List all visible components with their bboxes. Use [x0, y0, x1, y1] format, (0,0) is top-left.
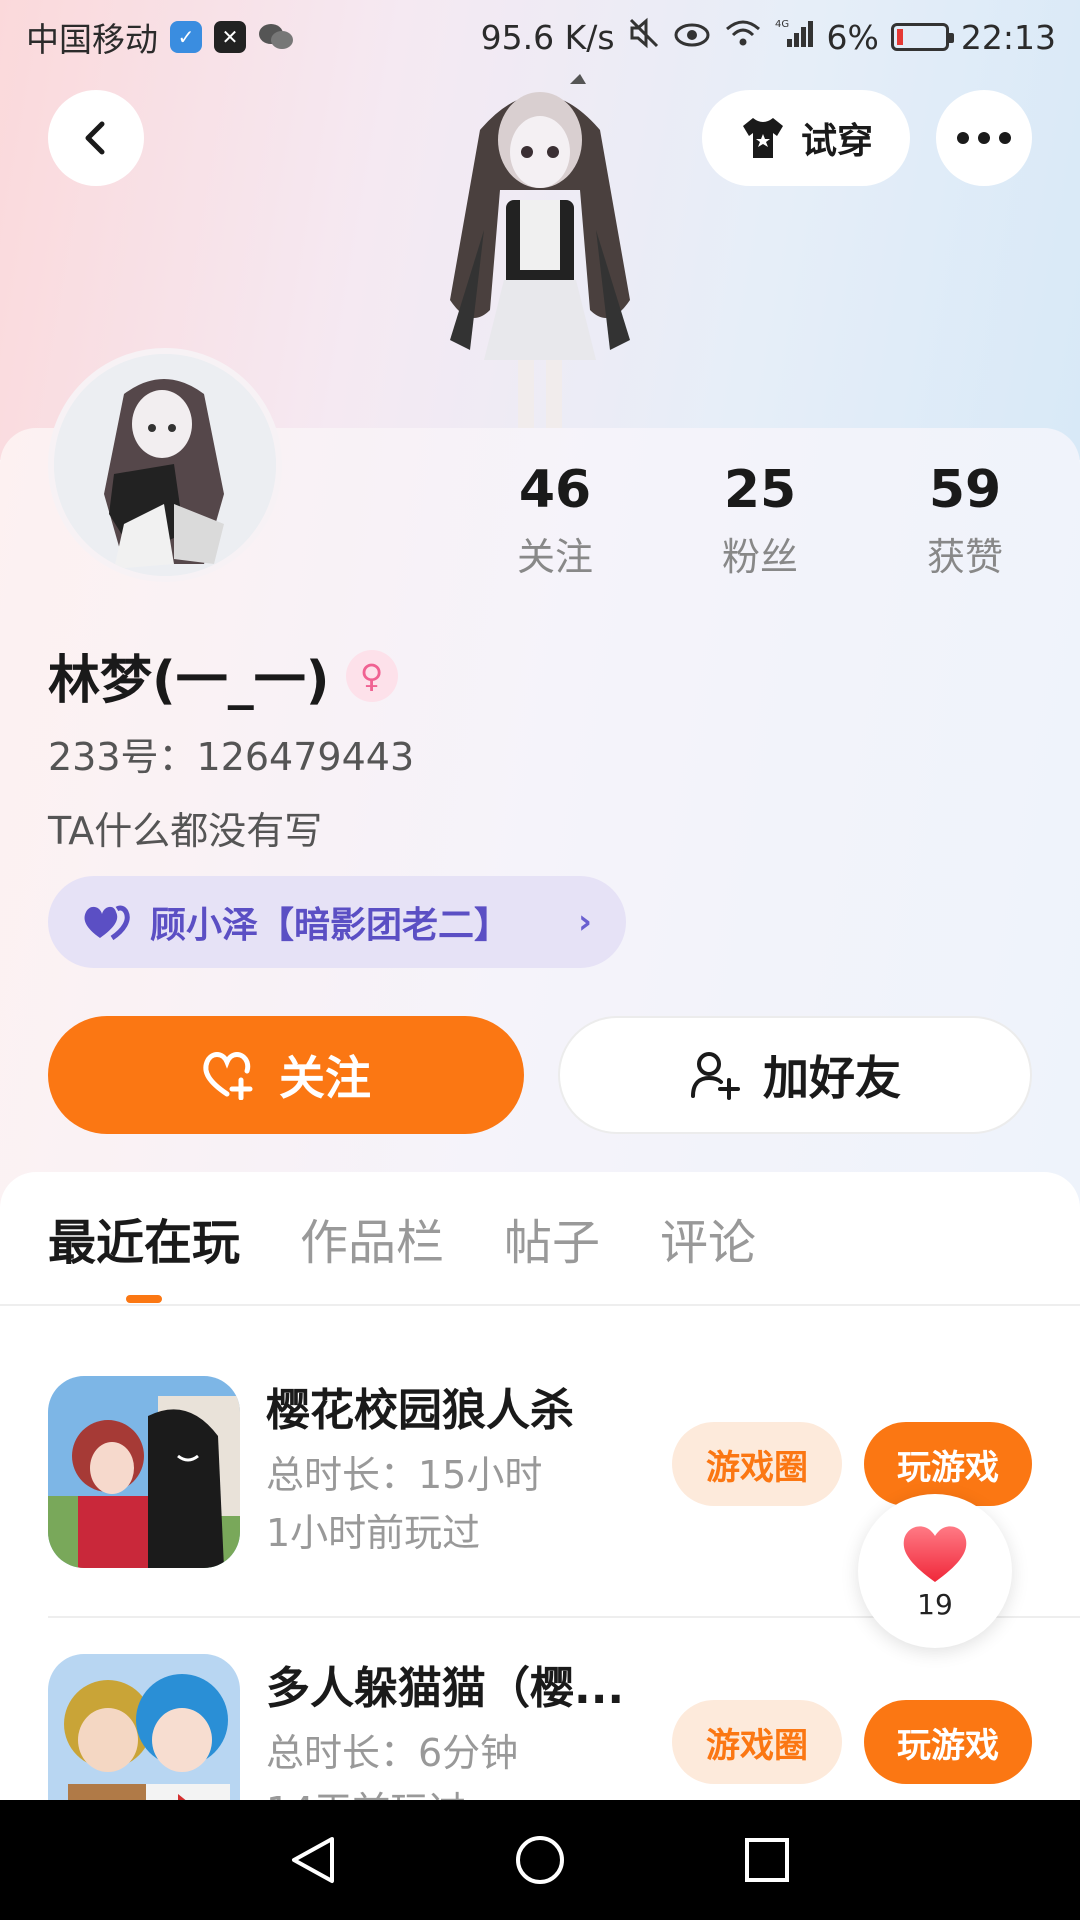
stat-likes-label: 获赞 [926, 535, 1003, 579]
tab-works[interactable]: 作品栏 [300, 1203, 444, 1273]
nav-recents-icon[interactable] [740, 1833, 794, 1887]
game-circle-button[interactable]: 游戏圈 [672, 1422, 842, 1506]
add-user-icon [691, 1052, 740, 1100]
stat-fans-label: 粉丝 [721, 535, 798, 579]
stat-fans[interactable]: 25 粉丝 [685, 460, 835, 581]
stat-likes[interactable]: 59 获赞 [890, 460, 1040, 581]
signal-icon: 4G [775, 17, 815, 57]
battery-percent: 6% [826, 17, 879, 57]
user-bio: TA什么都没有写 [48, 809, 323, 853]
status-bar: 中国移动 ✓ ✕ 95.6 K/s 4G 6% 22:13 [0, 0, 1080, 74]
system-navigation-bar [0, 1800, 1080, 1920]
game-circle-button[interactable]: 游戏圈 [672, 1700, 842, 1784]
content-sheet: 最近在玩 作品栏 帖子 评论 樱花校园狼人杀 总时长：15小时 1小时前玩过 游… [0, 1172, 1080, 1802]
eye-icon [673, 18, 711, 57]
carrier-name: 中国移动 [26, 20, 158, 59]
try-on-label: 试穿 [800, 121, 873, 162]
name-row: 林梦(一_一) ♀ [48, 638, 398, 713]
tab-posts[interactable]: 帖子 [504, 1203, 600, 1273]
play-game-button[interactable]: 玩游戏 [864, 1422, 1032, 1506]
nav-back-icon[interactable] [286, 1833, 340, 1887]
play-game-button[interactable]: 玩游戏 [864, 1700, 1032, 1784]
game-last-played: 1小时前玩过 [266, 1511, 481, 1555]
female-gender-icon: ♀ [345, 649, 398, 702]
heart-plus-icon [203, 1052, 253, 1100]
profile-avatar[interactable] [48, 348, 282, 582]
try-on-button[interactable]: 试穿 [702, 90, 910, 186]
tshirt-icon [742, 118, 783, 158]
more-dots-icon [957, 132, 1011, 144]
add-friend-button[interactable]: 加好友 [558, 1016, 1032, 1134]
avatar-3d-figure [420, 70, 660, 430]
floating-like-button[interactable]: 19 [858, 1494, 1012, 1648]
profile-tabs: 最近在玩 作品栏 帖子 评论 [0, 1172, 1080, 1306]
add-friend-label: 加好友 [763, 1051, 901, 1105]
tab-recently-played[interactable]: 最近在玩 [48, 1203, 240, 1273]
network-speed: 95.6 K/s [480, 17, 615, 57]
game-title: 樱花校园狼人杀 [266, 1385, 574, 1436]
game-total-time: 总时长：15小时 [266, 1453, 543, 1497]
game-total-time: 总时长：6分钟 [266, 1731, 519, 1775]
follow-button[interactable]: 关注 [48, 1016, 524, 1134]
wechat-icon [258, 21, 294, 53]
relationship-tag[interactable]: 顾小泽【暗影团老二】 › [48, 876, 626, 968]
wifi-icon [723, 17, 763, 57]
stat-likes-value: 59 [928, 460, 1002, 520]
svg-text:4G: 4G [775, 19, 789, 30]
stat-following-value: 46 [518, 460, 592, 520]
capcut-app-icon: ✕ [214, 21, 246, 53]
user-name: 林梦(一_一) [48, 651, 330, 711]
user-id: 233号：126479443 [48, 735, 415, 779]
heart-icon [903, 1525, 967, 1582]
chevron-right-icon: › [577, 902, 592, 942]
game-last-played: 14天前玩过 [266, 1780, 466, 1802]
game-icon-hide-and-seek[interactable] [48, 1654, 240, 1802]
stat-following-label: 关注 [516, 535, 593, 579]
stat-following[interactable]: 46 关注 [480, 460, 630, 581]
shield-app-icon: ✓ [170, 21, 202, 53]
mute-icon [627, 16, 661, 58]
follow-button-label: 关注 [279, 1051, 371, 1105]
game-icon-sakura-werewolf[interactable] [48, 1376, 240, 1568]
nav-home-icon[interactable] [513, 1833, 567, 1887]
like-count: 19 [917, 1587, 953, 1621]
game-title: 多人躲猫猫（樱... [266, 1663, 625, 1714]
more-options-button[interactable] [936, 90, 1032, 186]
battery-icon [890, 23, 954, 51]
profile-stats: 46 关注 25 粉丝 59 获赞 [480, 460, 1040, 581]
heart-pair-icon [84, 905, 130, 941]
relationship-tag-label: 顾小泽【暗影团老二】 [150, 905, 511, 946]
stat-fans-value: 25 [723, 460, 797, 520]
back-button[interactable] [48, 90, 144, 186]
chevron-left-icon [85, 121, 105, 155]
tab-comments[interactable]: 评论 [660, 1203, 756, 1273]
clock: 22:13 [960, 17, 1056, 57]
